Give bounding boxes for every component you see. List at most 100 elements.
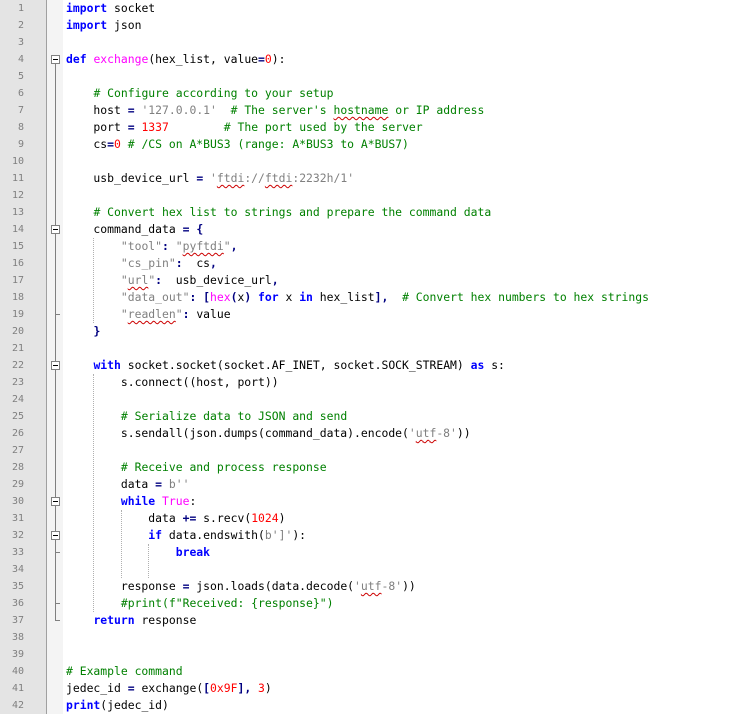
- code-token: True: [162, 494, 190, 508]
- code-line[interactable]: # Example command: [66, 663, 183, 680]
- line-number[interactable]: 14: [0, 221, 24, 238]
- code-line[interactable]: import socket: [66, 0, 155, 17]
- code-token: :: [155, 273, 163, 287]
- code-line[interactable]: return response: [66, 612, 196, 629]
- code-line[interactable]: with socket.socket(socket.AF_INET, socke…: [66, 357, 504, 374]
- fold-toggle-icon[interactable]: [51, 225, 60, 234]
- code-token: exchange: [93, 52, 149, 66]
- line-number[interactable]: 13: [0, 204, 24, 221]
- code-token: ): [264, 681, 272, 695]
- code-line[interactable]: def exchange(hex_list, value=0):: [66, 51, 285, 68]
- line-number[interactable]: 5: [0, 68, 24, 85]
- line-number[interactable]: 32: [0, 527, 24, 544]
- line-number[interactable]: 26: [0, 425, 24, 442]
- code-line[interactable]: cs=0 # /CS on A*BUS3 (range: A*BUS3 to A…: [66, 136, 408, 153]
- line-number[interactable]: 8: [0, 119, 24, 136]
- code-line[interactable]: command_data = {: [66, 221, 203, 238]
- code-token: ,: [230, 239, 238, 253]
- code-token: "cs_pin": [120, 256, 176, 270]
- line-number[interactable]: 3: [0, 34, 24, 51]
- line-number[interactable]: 15: [0, 238, 24, 255]
- line-number[interactable]: 21: [0, 340, 24, 357]
- code-token: "tool": [120, 239, 163, 253]
- line-number[interactable]: 6: [0, 85, 24, 102]
- line-number[interactable]: 17: [0, 272, 24, 289]
- line-number[interactable]: 38: [0, 629, 24, 646]
- code-line[interactable]: "url": usb_device_url,: [66, 272, 279, 289]
- code-token: ,: [210, 256, 217, 270]
- line-number[interactable]: 25: [0, 408, 24, 425]
- code-line[interactable]: "readlen": value: [66, 306, 231, 323]
- code-token: ],: [237, 681, 252, 695]
- code-line[interactable]: s.sendall(json.dumps(command_data).encod…: [66, 425, 471, 442]
- code-line[interactable]: port = 1337 # The port used by the serve…: [66, 119, 423, 136]
- line-number[interactable]: 2: [0, 17, 24, 34]
- code-line[interactable]: print(jedec_id): [66, 697, 169, 714]
- code-line[interactable]: usb_device_url = 'ftdi://ftdi:2232h/1': [66, 170, 354, 187]
- code-line[interactable]: break: [66, 544, 210, 561]
- line-number[interactable]: 7: [0, 102, 24, 119]
- line-number[interactable]: 20: [0, 323, 24, 340]
- line-number[interactable]: 28: [0, 459, 24, 476]
- line-number[interactable]: 37: [0, 612, 24, 629]
- line-number[interactable]: 19: [0, 306, 24, 323]
- code-line[interactable]: "data_out": [hex(x) for x in hex_list], …: [66, 289, 649, 306]
- code-line[interactable]: }: [66, 323, 100, 340]
- line-number[interactable]: 42: [0, 697, 24, 714]
- code-token: hostname: [333, 103, 389, 117]
- line-number[interactable]: 12: [0, 187, 24, 204]
- line-number[interactable]: 33: [0, 544, 24, 561]
- line-number[interactable]: 16: [0, 255, 24, 272]
- line-number[interactable]: 11: [0, 170, 24, 187]
- code-line[interactable]: #print(f"Received: {response}"): [66, 595, 334, 612]
- code-token: (jedec_id): [100, 698, 169, 712]
- code-token: ': [210, 171, 217, 185]
- line-number[interactable]: 22: [0, 357, 24, 374]
- code-line[interactable]: data = b'': [66, 476, 190, 493]
- fold-toggle-icon[interactable]: [51, 55, 60, 64]
- code-line[interactable]: response = json.loads(data.decode('utf-8…: [66, 578, 416, 595]
- line-number[interactable]: 36: [0, 595, 24, 612]
- line-number[interactable]: 27: [0, 442, 24, 459]
- line-number[interactable]: 40: [0, 663, 24, 680]
- code-line[interactable]: jedec_id = exchange([0x9F], 3): [66, 680, 272, 697]
- line-number[interactable]: 35: [0, 578, 24, 595]
- fold-toggle-icon[interactable]: [51, 361, 60, 370]
- code-line[interactable]: while True:: [66, 493, 196, 510]
- code-line[interactable]: "cs_pin": cs,: [66, 255, 217, 272]
- line-number[interactable]: 10: [0, 153, 24, 170]
- code-line[interactable]: s.connect((host, port)): [66, 374, 279, 391]
- code-token: # The port used by the server: [223, 120, 423, 134]
- line-number[interactable]: 24: [0, 391, 24, 408]
- code-line[interactable]: # Serialize data to JSON and send: [66, 408, 347, 425]
- fold-toggle-icon[interactable]: [51, 497, 60, 506]
- line-number-gutter[interactable]: 1 2 3 4 5 6 7 8 9 10 11 12 13 14 15 16 17 18 19 20 21 22 23 24 2…: [0, 0, 47, 714]
- code-line[interactable]: # Receive and process response: [66, 459, 327, 476]
- code-line[interactable]: if data.endswith(b']'):: [66, 527, 306, 544]
- line-number[interactable]: 30: [0, 493, 24, 510]
- code-token: ://: [244, 171, 265, 185]
- code-line[interactable]: host = '127.0.0.1' # The server's hostna…: [66, 102, 484, 119]
- code-token: 0: [114, 137, 121, 151]
- line-number[interactable]: 23: [0, 374, 24, 391]
- code-editor[interactable]: 1 2 3 4 5 6 7 8 9 10 11 12 13 14 15 16 17 18 19 20 21 22 23 24 2…: [0, 0, 751, 714]
- line-number[interactable]: 1: [0, 0, 24, 17]
- code-line[interactable]: # Convert hex list to strings and prepar…: [66, 204, 491, 221]
- code-line[interactable]: import json: [66, 17, 141, 34]
- code-token: # The server's: [230, 103, 334, 117]
- code-token: command_data: [66, 222, 183, 236]
- line-number[interactable]: 9: [0, 136, 24, 153]
- code-line[interactable]: # Configure according to your setup: [66, 85, 333, 102]
- line-number[interactable]: 31: [0, 510, 24, 527]
- fold-toggle-icon[interactable]: [51, 531, 60, 540]
- code-line[interactable]: data += s.recv(1024): [66, 510, 285, 527]
- code-line[interactable]: "tool": "pyftdi",: [66, 238, 238, 255]
- line-number[interactable]: 34: [0, 561, 24, 578]
- line-number[interactable]: 39: [0, 646, 24, 663]
- line-number[interactable]: 18: [0, 289, 24, 306]
- line-number[interactable]: 4: [0, 51, 24, 68]
- line-number[interactable]: 29: [0, 476, 24, 493]
- line-number[interactable]: 41: [0, 680, 24, 697]
- code-token: data: [66, 477, 156, 491]
